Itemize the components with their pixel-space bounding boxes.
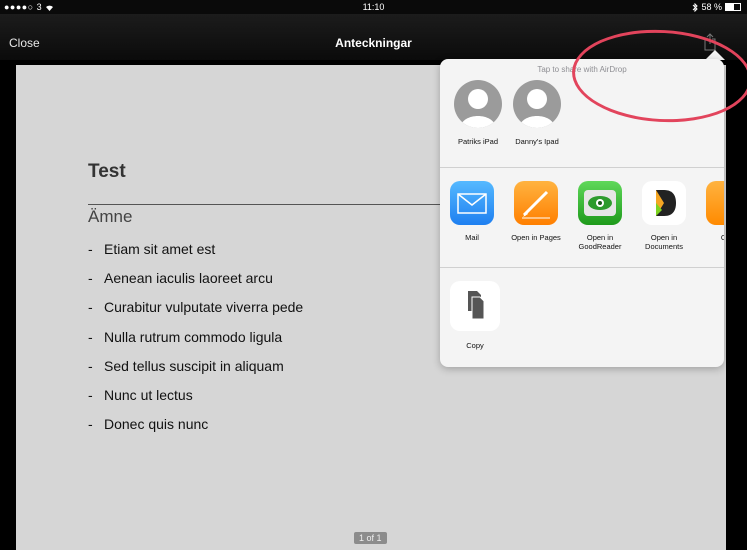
list-item: - Donec quis nunc bbox=[88, 416, 303, 445]
bullet-dash: - bbox=[88, 241, 93, 257]
section-divider bbox=[440, 267, 724, 268]
list-item-text: Nulla rutrum commodo ligula bbox=[104, 328, 283, 345]
document-title: Test bbox=[88, 161, 126, 182]
bluetooth-icon bbox=[693, 2, 699, 12]
app-label: Open in Documents bbox=[645, 233, 683, 251]
status-time: 11:10 bbox=[362, 2, 385, 12]
app-open-in-goodreader[interactable]: Open in GoodReader bbox=[568, 181, 632, 251]
battery-fill bbox=[726, 4, 735, 10]
bullet-dash: - bbox=[88, 299, 93, 316]
app-label: Ope bbox=[720, 233, 724, 242]
mail-icon bbox=[450, 181, 494, 225]
person-icon bbox=[513, 80, 561, 128]
bullet-dash: - bbox=[88, 386, 93, 403]
status-right: 58 % bbox=[692, 2, 741, 12]
app-open-in-documents[interactable]: Open in Documents bbox=[632, 181, 696, 251]
list-item: - Sed tellus suscipit in aliquam bbox=[88, 358, 303, 387]
share-icon[interactable] bbox=[703, 33, 717, 51]
bullet-list: - Etiam sit amet est - Aenean iaculis laor… bbox=[88, 241, 303, 445]
person-icon bbox=[454, 80, 502, 128]
section-divider bbox=[440, 167, 724, 168]
bullet-dash: - bbox=[88, 416, 93, 433]
list-item-text: Etiam sit amet est bbox=[104, 241, 216, 257]
battery-icon bbox=[725, 3, 741, 11]
device-label: Danny's Ipad bbox=[515, 137, 559, 146]
app-mail[interactable]: Mail bbox=[440, 181, 504, 242]
share-sheet: Tap to share with AirDrop Patriks iPad D… bbox=[440, 59, 724, 367]
action-row: Copy bbox=[450, 281, 500, 350]
document-subject: Ämne bbox=[88, 207, 133, 226]
battery-percent: 58 % bbox=[701, 2, 722, 12]
navigation-bar: Close Anteckningar bbox=[0, 14, 747, 60]
status-bar: ●●●●○ 3 11:10 58 % bbox=[0, 0, 747, 14]
list-item: - Nunc ut lectus bbox=[88, 387, 303, 416]
airdrop-device-patriks-ipad[interactable]: Patriks iPad bbox=[448, 80, 508, 146]
app-icon bbox=[706, 181, 724, 225]
list-item-text: Curabitur vulputate viverra pede bbox=[104, 299, 304, 316]
copy-button[interactable] bbox=[450, 281, 500, 331]
title-divider bbox=[88, 204, 468, 205]
list-item-text: Donec quis nunc bbox=[104, 416, 209, 433]
goodreader-icon bbox=[578, 181, 622, 225]
app-partial[interactable]: Ope bbox=[696, 181, 724, 242]
device-label: Patriks iPad bbox=[457, 137, 499, 146]
list-item: - Curabitur vulputate viverra pede bbox=[88, 299, 303, 328]
airdrop-device-dannys-ipad[interactable]: Danny's Ipad bbox=[507, 80, 567, 146]
app-open-in-pages[interactable]: Open in Pages bbox=[504, 181, 568, 242]
documents-icon bbox=[642, 181, 686, 225]
copy-icon bbox=[468, 291, 485, 320]
app-label: Open in Pages bbox=[511, 233, 561, 242]
app-label: Open in GoodReader bbox=[578, 233, 622, 251]
app-row: Mail Open in Pages Open in GoodReader Op… bbox=[440, 181, 724, 261]
list-item-text: Nunc ut lectus bbox=[104, 386, 193, 403]
list-item: - Etiam sit amet est bbox=[88, 241, 303, 270]
page-title: Anteckningar bbox=[335, 36, 412, 50]
bullet-dash: - bbox=[88, 270, 93, 287]
airdrop-hint: Tap to share with AirDrop bbox=[537, 65, 627, 74]
list-item: - Aenean iaculis laoreet arcu bbox=[88, 270, 303, 299]
list-item-text: Aenean iaculis laoreet arcu bbox=[104, 270, 273, 287]
pages-icon bbox=[514, 181, 558, 225]
list-item-text: Sed tellus suscipit in aliquam bbox=[104, 357, 284, 374]
page-indicator: 1 of 1 bbox=[354, 532, 387, 544]
list-item: - Nulla rutrum commodo ligula bbox=[88, 329, 303, 358]
bullet-dash: - bbox=[88, 328, 93, 345]
action-label: Copy bbox=[466, 341, 484, 350]
app-label: Mail bbox=[465, 233, 479, 242]
bullet-dash: - bbox=[88, 357, 93, 374]
page-edge bbox=[726, 60, 747, 550]
